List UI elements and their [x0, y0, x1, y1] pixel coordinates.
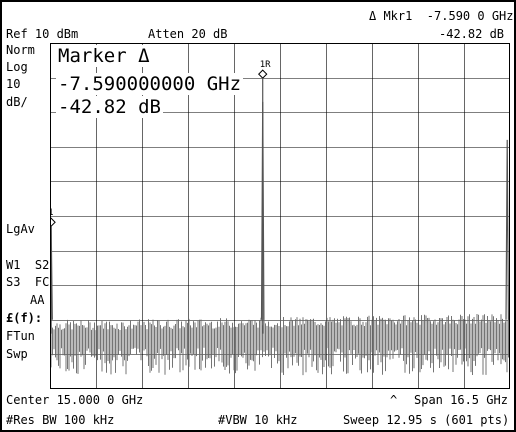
s3-fc-label: S3 FC — [6, 275, 50, 289]
center-caret: ^ — [390, 393, 398, 407]
spectrum-trace — [50, 101, 510, 376]
norm-label: Norm — [6, 43, 35, 57]
analyzer-screen: Ref 10 dBm Atten 20 dB Δ Mkr1 -7.590 0 G… — [2, 2, 514, 430]
w1-s2-label: W1 S2 — [6, 258, 50, 272]
marker-readout-amplitude: -42.82 dB — [439, 27, 505, 41]
log-label: Log — [6, 60, 28, 74]
swp-label: Swp — [6, 347, 28, 361]
sweep-time: Sweep 12.95 s (601 pts) — [343, 413, 510, 427]
noise-floor — [50, 314, 509, 376]
marker-box-title: Marker Δ — [56, 45, 152, 67]
aa-label: AA — [30, 293, 45, 307]
marker-box-amplitude: -42.82 dB — [56, 96, 163, 118]
spectral-peak — [505, 139, 510, 320]
marker-readout-frequency: Δ Mkr1 -7.590 0 GHz — [369, 9, 514, 23]
res-bw: #Res BW 100 kHz — [6, 413, 115, 427]
marker-box-frequency: -7.590000000 GHz — [56, 73, 244, 95]
marker-label: 1R — [260, 60, 271, 70]
center-frequency: Center 15.000 0 GHz — [6, 393, 144, 407]
correction-label: £(f): — [6, 311, 43, 325]
ref-level: Ref 10 dBm — [6, 27, 79, 41]
ftun-label: FTun — [6, 329, 35, 343]
scale-value: 10 — [6, 77, 21, 91]
scale-unit: dB/ — [6, 95, 28, 109]
marker-diamond — [258, 69, 268, 79]
lgav-label: LgAv — [6, 222, 35, 236]
span: Span 16.5 GHz — [414, 393, 508, 407]
vbw: #VBW 10 kHz — [218, 413, 298, 427]
attenuation: Atten 20 dB — [148, 27, 228, 41]
